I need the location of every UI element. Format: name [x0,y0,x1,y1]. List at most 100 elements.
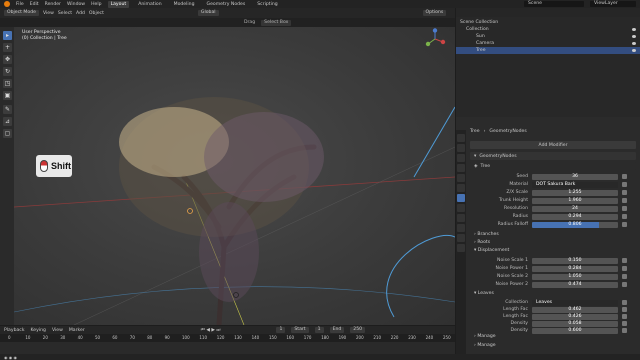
scene-selector[interactable]: Scene [524,1,584,7]
node-socket-icon[interactable] [622,282,627,287]
render-tab-icon[interactable] [457,144,465,152]
property-value-field[interactable]: 0.294 [532,213,618,220]
move-tool-icon[interactable]: ✥ [3,55,12,64]
node-socket-icon[interactable] [622,307,627,312]
select-box-dropdown[interactable]: Select Box [261,19,292,26]
mode-selector[interactable]: Object Mode [4,10,39,16]
property-value-field[interactable]: 24 [532,205,618,212]
physics-tab-icon[interactable] [457,214,465,222]
menu-select[interactable]: Select [58,11,72,16]
scene-collection-row[interactable]: Scene Collection [456,19,640,26]
roots-section[interactable]: › Roots [474,240,490,245]
tab-scripting[interactable]: Scripting [254,1,280,8]
node-socket-icon[interactable] [622,266,627,271]
timeline-ruler[interactable]: 0 10 20 30 40 50 60 70 80 90 100 110 120 130 140 150 160… [0,334,455,342]
chevron-down-icon[interactable]: ▾ [474,154,476,159]
tab-animation[interactable]: Animation [135,1,164,8]
outliner-item-tree[interactable]: Tree [456,47,640,54]
node-socket-icon[interactable] [622,274,627,279]
options-button[interactable]: Options [422,10,447,16]
node-socket-icon[interactable] [622,190,627,195]
playback-menu[interactable]: Playback [4,328,25,333]
timeline-track[interactable] [0,342,455,354]
menu-help[interactable]: Help [91,2,101,7]
property-value-field[interactable]: 1.050 [532,273,618,280]
data-tab-icon[interactable] [457,234,465,242]
rotate-tool-icon[interactable]: ↻ [3,67,12,76]
node-socket-icon[interactable] [622,314,627,319]
modifier-panel-header[interactable]: ▾ GeometryNodes [470,152,636,160]
outliner-item-sun[interactable]: Sun [456,33,640,40]
3d-viewport[interactable] [14,27,455,325]
view-layer-selector[interactable]: ViewLayer [590,1,636,7]
eye-icon[interactable] [632,49,636,52]
material-tab-icon[interactable] [457,244,465,252]
menu-window[interactable]: Window [67,2,85,7]
eye-icon[interactable] [632,35,636,38]
modifier-tab-icon[interactable] [457,194,465,202]
property-value-field[interactable]: 0.058 [532,320,618,327]
branches-section[interactable]: › Branches [474,232,499,237]
property-value-field[interactable]: 0.150 [532,257,618,264]
start-frame-field[interactable]: 1 [314,327,324,333]
property-value-field[interactable]: 0.462 [532,306,618,313]
property-value-field[interactable]: 0.806 [532,221,618,228]
menu-object[interactable]: Object [89,11,104,16]
tab-geometry-nodes[interactable]: Geometry Nodes [204,1,249,8]
node-socket-icon[interactable] [622,300,627,305]
current-frame-field[interactable]: 1 [276,327,286,333]
view-menu[interactable]: View [52,328,63,333]
modifier-name-field[interactable]: GeometryNodes [479,154,516,159]
keying-menu[interactable]: Keying [31,328,46,333]
manage-section[interactable]: › Manage [474,343,496,348]
menu-edit[interactable]: Edit [30,2,39,7]
property-value-field[interactable]: 1.255 [532,189,618,196]
particles-tab-icon[interactable] [457,204,465,212]
property-value-field[interactable]: 0.600 [532,327,618,334]
eye-icon[interactable] [632,28,636,31]
menu-file[interactable]: File [16,2,24,7]
collection-row[interactable]: Collection [456,26,640,33]
manage-section[interactable]: › Manage [474,334,496,339]
node-socket-icon[interactable] [622,222,627,227]
tab-layout[interactable]: Layout [107,0,130,8]
property-value-field[interactable]: 0.474 [532,281,618,288]
eye-icon[interactable] [632,42,636,45]
play-controls-icon[interactable]: ⏮ ◀ ▶ ⏭ [201,327,221,333]
marker-menu[interactable]: Marker [69,328,85,333]
node-socket-icon[interactable] [622,182,627,187]
cursor-tool-icon[interactable]: + [3,43,12,52]
object-tab-icon[interactable] [457,184,465,192]
measure-tool-icon[interactable]: ⊿ [3,117,12,126]
node-socket-icon[interactable] [622,321,627,326]
scale-tool-icon[interactable]: ◳ [3,79,12,88]
property-value-field[interactable]: 36 [532,173,618,180]
tab-modeling[interactable]: Modeling [171,1,198,8]
annotate-tool-icon[interactable]: ✎ [3,105,12,114]
property-value-field[interactable]: DOT Sakura Bark [532,181,618,188]
property-value-field[interactable]: 0.284 [532,265,618,272]
add-cube-tool-icon[interactable]: ▢ [3,129,12,138]
property-value-field[interactable]: 0.426 [532,313,618,320]
outliner-item-camera[interactable]: Camera [456,40,640,47]
tool-tab-icon[interactable] [457,134,465,142]
property-value-field[interactable]: 1.960 [532,197,618,204]
leaves-section[interactable]: ▾ Leaves [474,291,494,296]
node-socket-icon[interactable] [622,214,627,219]
menu-add[interactable]: Add [76,11,85,16]
orientation-selector[interactable]: Global [197,10,219,16]
transform-tool-icon[interactable]: ▣ [3,91,12,100]
node-socket-icon[interactable] [622,206,627,211]
menu-view[interactable]: View [43,11,54,16]
node-socket-icon[interactable] [622,198,627,203]
select-tool-icon[interactable]: ▸ [3,31,12,40]
displacement-section[interactable]: ▾ Displacement [474,248,509,253]
node-socket-icon[interactable] [622,258,627,263]
end-frame-field[interactable]: 250 [350,327,366,333]
node-group-selector[interactable]: ◈ Tree [470,162,636,170]
constraints-tab-icon[interactable] [457,224,465,232]
node-socket-icon[interactable] [622,174,627,179]
menu-render[interactable]: Render [45,2,61,7]
node-socket-icon[interactable] [622,328,627,333]
output-tab-icon[interactable] [457,154,465,162]
